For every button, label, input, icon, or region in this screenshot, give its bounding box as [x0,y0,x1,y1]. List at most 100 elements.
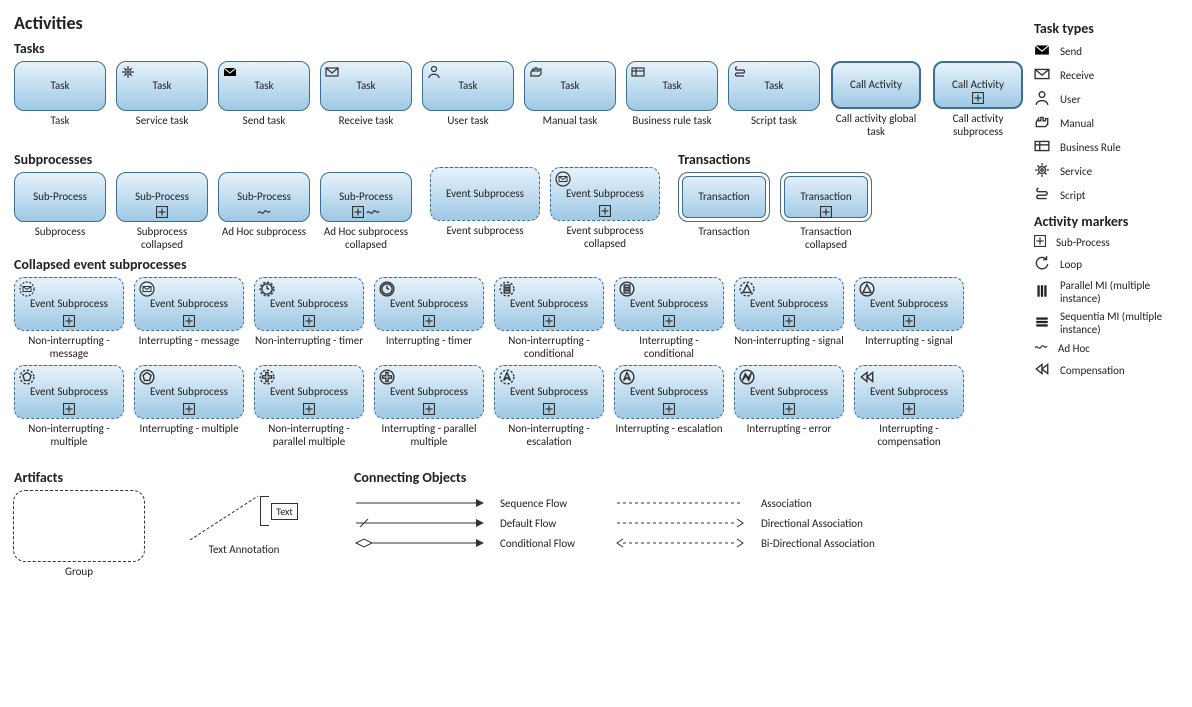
loop-icon [1034,255,1050,274]
pmult-event-icon [259,369,273,383]
comp-event-icon [859,369,873,383]
flow-def: Default Flow [354,516,575,530]
transaction-shape: Transaction [678,172,770,222]
collapsed-event-subprocess-shape: Event Subprocess [374,277,484,331]
shape-caption: Non-interrupting - escalation [494,423,604,449]
shape-label: Call Activity [952,79,1004,91]
event-subprocess-shape: Event Subprocess [550,167,660,221]
shape-label: Event Subprocess [270,298,348,310]
assoc-label: Bi-Directional Association [761,537,875,550]
shape-caption: Interrupting - multiple [139,423,238,449]
cond-event-icon [499,281,513,295]
task-type-label: User [1060,93,1081,106]
activity-marker-tilde: Ad Hoc [1034,341,1178,356]
shape-caption: Send task [243,115,286,141]
collapsed-event-subprocess-shape: Event Subprocess [14,277,124,331]
shape-caption: Interrupting - parallel multiple [374,423,484,449]
collapsed-heading: Collapsed event subprocesses [14,256,1024,273]
task-shape: Task [524,61,616,111]
shape-caption: Transaction [698,226,749,252]
shape-label: Event Subprocess [750,386,828,398]
shape-label: Event Subprocess [446,188,524,200]
task-shape: Task [218,61,310,111]
user-icon [427,65,441,79]
subprocess-shape: Sub-Process [218,172,310,222]
shape-caption: Transaction collapsed [780,226,872,252]
shape-caption: Interrupting - conditional [614,335,724,361]
shape-caption: Ad Hoc subprocess [222,226,306,252]
task-type-label: Business Rule [1060,141,1121,154]
service-icon [1034,162,1050,181]
shape-label: Task [356,80,375,92]
assoc-dassoc: Directional Association [615,516,875,530]
signal-event-icon [739,281,753,295]
shape-caption: Event subprocess [446,225,523,251]
task-type-manual: Manual [1034,114,1178,133]
text-annotation-text: Text [271,503,298,520]
shape-caption: Non-interrupting - multiple [14,423,124,449]
shape-label: Event Subprocess [390,298,468,310]
shape-label: Task [458,80,477,92]
collapsed-event-subprocess-shape: Event Subprocess [254,365,364,419]
script-icon [1034,186,1050,205]
activity-marker-label: Compensation [1060,364,1125,377]
shape-caption: Non-interrupting - conditional [494,335,604,361]
flow-label: Conditional Flow [500,537,575,550]
receive-icon [1034,66,1050,85]
annotation-connector [190,490,260,540]
shape-label: Call Activity [850,79,902,91]
marker [423,315,435,327]
shape-label: Event Subprocess [30,386,108,398]
activity-marker-label: Loop [1060,258,1082,271]
shape-label: Task [254,80,273,92]
task-type-label: Script [1060,189,1085,202]
subprocess-shape: Sub-Process [14,172,106,222]
subprocess-shape: Sub-Process [116,172,208,222]
collapsed-event-subprocess-shape: Event Subprocess [854,365,964,419]
task-type-script: Script [1034,186,1178,205]
marker [663,315,675,327]
subprocess-shape: Sub-Process [320,172,412,222]
collapsed-event-subprocess-shape: Event Subprocess [374,365,484,419]
shape-label: Event Subprocess [750,298,828,310]
collapsed-event-subprocess-shape: Event Subprocess [14,365,124,419]
group-caption: Group [65,566,93,592]
flow-seq: Sequence Flow [354,496,575,510]
pmi-icon [1034,283,1050,302]
send-icon [223,65,237,79]
shape-label: Task [764,80,783,92]
collapsed-event-subprocess-shape: Event Subprocess [494,365,604,419]
activity-marker-comp: Compensation [1034,361,1178,380]
shape-label: Event Subprocess [150,298,228,310]
collapsed-event-subprocess-shape: Event Subprocess [734,365,844,419]
shape-label: Sub-Process [135,191,189,203]
artifacts-heading: Artifacts [14,469,304,486]
assoc-label: Directional Association [761,517,863,530]
marker [63,315,75,327]
marker [543,315,555,327]
flow-cond: Conditional Flow [354,536,575,550]
task-types-heading: Task types [1034,20,1178,37]
activity-marker-smi: Sequentia MI (multiple instance) [1034,310,1178,336]
smi-icon [1034,314,1050,333]
task-shape: Task [116,61,208,111]
text-annotation-caption: Text Annotation [209,544,280,570]
task-type-rule: Business Rule [1034,138,1178,157]
activities-heading: Activities [14,12,1024,34]
shape-label: Task [662,80,681,92]
user-icon [1034,90,1050,109]
transaction-shape: Transaction [780,172,872,222]
shape-label: Sub-Process [237,191,291,203]
shape-label: Task [560,80,579,92]
marker [783,403,795,415]
marker [599,205,611,217]
shape-label: Event Subprocess [510,386,588,398]
marker [903,403,915,415]
shape-label: Transaction [698,191,749,203]
shape-caption: User task [447,115,488,141]
receive-event-icon [555,171,569,185]
marker [183,403,195,415]
shape-label: Event Subprocess [870,298,948,310]
marker [63,403,75,415]
shape-label: Event Subprocess [870,386,948,398]
